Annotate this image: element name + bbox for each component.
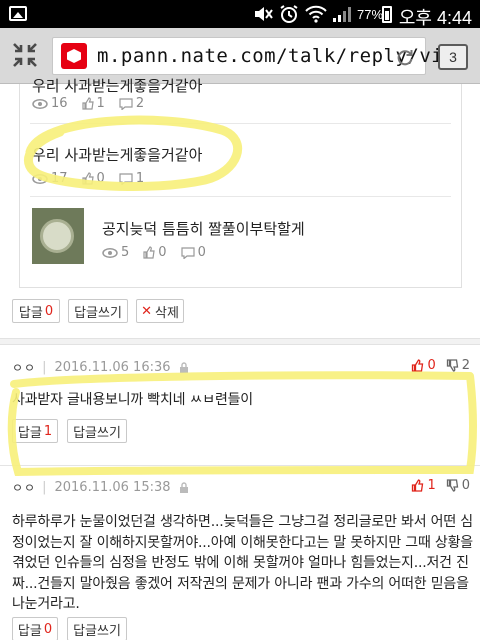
clock: 오후 4:44 [398, 8, 472, 28]
reply-count-button[interactable]: 답글 1 [12, 419, 58, 443]
comment-icon [119, 172, 133, 185]
comment-meta: ㅇㅇ | 2016.11.06 16:36 [12, 359, 189, 376]
like-icon [143, 246, 155, 259]
mute-icon [252, 4, 274, 24]
comment-date: 2016.11.06 16:36 [54, 360, 171, 375]
thumbs-down-icon [446, 359, 458, 372]
tab-switcher-button[interactable]: 3 [438, 44, 468, 70]
wifi-icon [304, 4, 328, 24]
upvote-button[interactable]: 0 [411, 358, 436, 373]
comment-meta: ㅇㅇ | 2016.11.06 15:38 [12, 479, 189, 496]
list-item[interactable]: 우리 사과받는게좋을거같아 16 1 2 [20, 77, 461, 124]
related-post-title: 공지늦덕 틈틈히 짤풀이부탁할게 [102, 220, 305, 238]
reload-icon[interactable] [395, 47, 415, 67]
comment-text: 사과받자 글내용보니까 빡치네 ㅆㅂ련들이 [12, 392, 253, 408]
gallery-icon [9, 6, 27, 21]
thumbs-down-icon [446, 479, 458, 492]
signal-icon [331, 4, 353, 24]
comment-author: ㅇㅇ [12, 361, 37, 375]
comment-date: 2016.11.06 15:38 [54, 480, 171, 495]
comment-text: 하루하루가 눈물이었던걸 생각하면...늦덕들은 그냥그걸 정리글로만 봐서 어… [12, 512, 473, 615]
views-count: 16 [51, 96, 68, 111]
comment-text-line: 겪었던 인슈들의 심정을 반정도 밖에 이해 못할꺼야 얼마나 힘들었는지...… [12, 555, 469, 571]
downvote-button[interactable]: 2 [446, 358, 470, 373]
likes-count: 0 [96, 171, 105, 186]
related-post-stats: 5 0 0 [102, 245, 206, 260]
like-icon [81, 172, 94, 185]
views-icon [102, 247, 118, 258]
thumbs-up-icon [412, 359, 424, 372]
like-icon [81, 97, 94, 110]
comment-text-line: 나눈거라고. [12, 596, 80, 612]
close-icon: ✕ [141, 303, 152, 319]
views-count: 17 [51, 171, 68, 186]
thumbs-up-icon [412, 479, 424, 492]
delete-button[interactable]: ✕ 삭제 [136, 299, 184, 323]
write-reply-button[interactable]: 답글쓰기 [67, 617, 127, 640]
write-reply-button[interactable]: 답글쓰기 [67, 419, 127, 443]
views-count: 5 [121, 245, 130, 260]
related-post-stats: 17 0 1 [32, 171, 144, 186]
views-icon [32, 98, 48, 109]
reply-count-button[interactable]: 답글 0 [12, 617, 58, 640]
comments-count: 1 [135, 171, 145, 186]
comment-votes: 1 0 [411, 478, 470, 493]
upvote-button[interactable]: 1 [411, 478, 436, 493]
collapse-icon[interactable] [8, 38, 42, 72]
section-divider [0, 338, 480, 345]
views-icon [32, 173, 48, 184]
related-post-title: 우리 사과받는게좋을거같아 [32, 146, 203, 164]
related-post-title: 우리 사과받는게좋을거같아 [32, 77, 203, 95]
related-posts-box: 우리 사과받는게좋을거같아 16 1 2 우리 사과받는게좋을거같아 17 0 … [19, 77, 462, 288]
lock-icon [179, 482, 188, 493]
divider [0, 465, 480, 466]
related-post-stats: 16 1 2 [32, 96, 144, 111]
site-logo-icon [61, 43, 87, 69]
comments-count: 2 [135, 96, 145, 111]
likes-count: 1 [96, 96, 105, 111]
comment-icon [180, 246, 195, 259]
write-reply-button[interactable]: 답글쓰기 [68, 299, 128, 323]
address-bar[interactable]: m.pann.nate.com/talk/reply/view [52, 37, 467, 75]
comment-text-line: 짜...건들지 말아줬음 좋겠어 저작권의 문제가 아니라 팬과 가수의 어떠한… [12, 575, 469, 592]
reply-count-button[interactable]: 답글 0 [12, 299, 60, 323]
post-thumbnail [32, 208, 84, 264]
comment-icon [119, 97, 133, 110]
downvote-button[interactable]: 0 [446, 478, 470, 493]
list-item[interactable]: 우리 사과받는게좋을거같아 17 0 1 [20, 124, 461, 196]
lock-icon [179, 362, 188, 373]
tab-count: 3 [449, 49, 457, 65]
likes-count: 0 [158, 245, 167, 260]
comment-text-line: 하루하루가 눈물이었던걸 생각하면...늦덕들은 그냥그걸 정리글로만 봐서 어… [12, 514, 473, 530]
comment-votes: 0 2 [411, 358, 470, 373]
comments-count: 0 [197, 245, 206, 260]
battery-percent: 77% [357, 7, 384, 22]
comment-author: ㅇㅇ [12, 481, 37, 495]
status-bar: 77% 오후 4:44 [0, 0, 480, 28]
battery-icon [382, 6, 392, 23]
list-item[interactable]: 공지늦덕 틈틈히 짤풀이부탁할게 5 0 0 [20, 197, 461, 287]
alarm-icon [278, 4, 300, 24]
comment-text-line: 정이었는지 잘 이해하지못할꺼야...아예 이해못한다고는 말 못하지만 그때 … [12, 534, 473, 551]
